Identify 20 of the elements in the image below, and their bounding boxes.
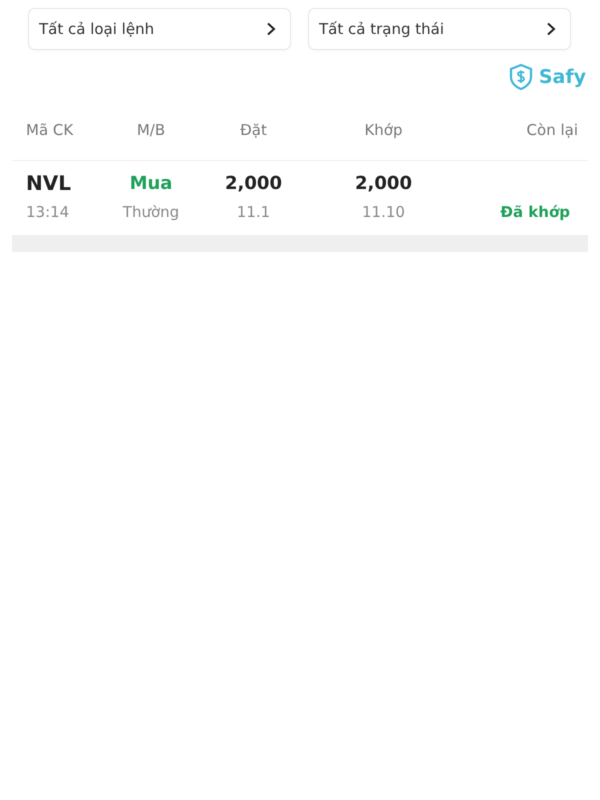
order-side: Mua [128,172,174,194]
order-time: 13:14 [26,203,70,221]
matched-quantity: 2,000 [354,172,413,194]
column-header: Còn lại [526,121,578,139]
chevron-right-icon [266,22,276,36]
order-quantity: 2,000 [224,172,283,194]
brand-name: Safy [538,66,586,88]
order-price: 11.1 [236,203,272,221]
shield-dollar-icon [508,63,533,91]
matched-price: 11.10 [361,203,406,221]
filter-dropdown[interactable]: Tất cả loại lệnh [28,8,291,50]
stock-symbol: NVL [26,171,72,195]
column-header: M/B [136,121,166,139]
filter-dropdown[interactable]: Tất cả trạng thái [308,8,571,50]
order-status: Đã khớp [499,203,570,221]
column-header: Mã CK [26,121,74,139]
column-header: Đặt [239,121,268,139]
column-header: Khớp [363,121,404,139]
chevron-right-icon [546,22,556,36]
order-type: Thường [122,203,180,221]
